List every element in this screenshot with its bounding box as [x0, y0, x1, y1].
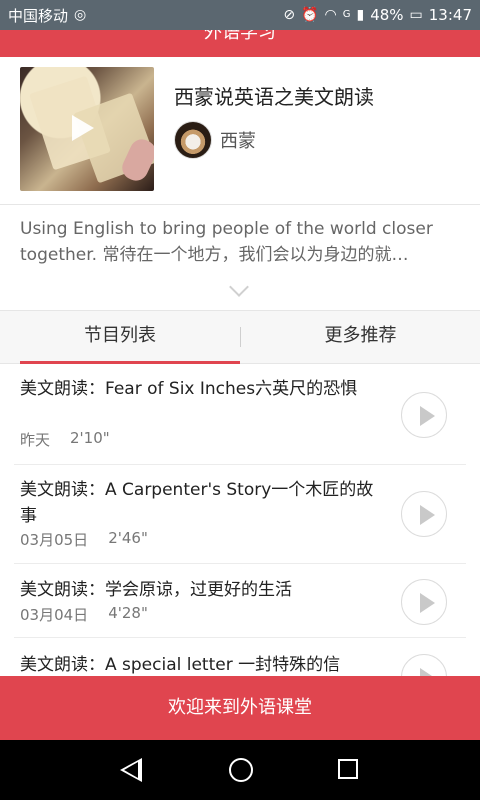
active-tab-indicator [20, 361, 240, 364]
episode-meta: 03月04日 4'28" [20, 604, 148, 625]
episode-meta: 昨天 2'10" [20, 429, 110, 450]
hotspot-icon: ◎ [74, 7, 87, 23]
episode-date: 昨天 [20, 431, 51, 449]
divider [0, 204, 480, 205]
status-bar: 中国移动 ◎ ⊘ ⏰ ◠ G ▮ 48% ▭ 13:47 [0, 0, 480, 30]
mute-icon: ⊘ [283, 7, 296, 23]
status-left: 中国移动 ◎ [8, 5, 86, 26]
episode-duration: 4'28" [108, 604, 148, 622]
welcome-banner[interactable]: 欢迎来到外语课堂 [0, 676, 480, 740]
divider [14, 464, 466, 465]
play-icon[interactable] [72, 115, 94, 141]
network-type: G [342, 9, 351, 20]
chevron-down-icon[interactable] [229, 277, 249, 297]
episode-date: 03月04日 [20, 606, 89, 624]
divider [14, 637, 466, 638]
episode-duration: 2'46" [108, 529, 148, 547]
program-cover[interactable] [20, 67, 154, 191]
description-line: Using English to bring people of the wor… [20, 219, 433, 239]
recent-apps-icon[interactable] [338, 759, 358, 779]
tab-more-recommendations[interactable]: 更多推荐 [241, 311, 480, 363]
alarm-icon: ⏰ [301, 7, 319, 23]
header-title: 外语学习 [204, 30, 276, 43]
clock: 13:47 [428, 6, 472, 24]
tab-program-list[interactable]: 节目列表 [0, 311, 240, 363]
wifi-icon: ◠ [324, 7, 337, 23]
divider [14, 563, 466, 564]
signal-icon: ▮ [356, 7, 365, 23]
play-button[interactable] [401, 392, 447, 438]
tab-bar: 节目列表 更多推荐 [0, 310, 480, 364]
play-button[interactable] [401, 491, 447, 537]
episode-title: 美文朗读：A Carpenter's Story一个木匠的故事 [20, 480, 374, 526]
episode-meta: 03月05日 2'46" [20, 529, 148, 550]
battery-level: 48% [370, 6, 404, 24]
episode-title: 美文朗读：Fear of Six Inches六英尺的恐惧 [20, 379, 358, 399]
navigation-bar [0, 740, 480, 800]
description-line: together. 常待在一个地方，我们会以为身边的就… [20, 245, 409, 265]
episode-title: 美文朗读：学会原谅，过更好的生活 [20, 580, 292, 600]
battery-icon: ▭ [409, 7, 423, 23]
back-icon[interactable] [120, 758, 142, 782]
play-button[interactable] [401, 579, 447, 625]
program-description: Using English to bring people of the wor… [20, 216, 460, 268]
author-info[interactable]: 西蒙 [174, 121, 256, 159]
episode-date: 03月05日 [20, 531, 89, 549]
program-title: 西蒙说英语之美文朗读 [174, 85, 374, 109]
author-name[interactable]: 西蒙 [220, 127, 256, 153]
carrier-label: 中国移动 [8, 6, 69, 25]
episode-title: 美文朗读：A special letter 一封特殊的信 [20, 655, 341, 675]
app-header: 外语学习 [0, 30, 480, 57]
episode-duration: 2'10" [70, 429, 110, 447]
program-card: 西蒙说英语之美文朗读 西蒙 [0, 57, 480, 205]
home-icon[interactable] [229, 758, 253, 782]
status-right: ⊘ ⏰ ◠ G ▮ 48% ▭ 13:47 [283, 6, 472, 24]
avatar[interactable] [174, 121, 212, 159]
